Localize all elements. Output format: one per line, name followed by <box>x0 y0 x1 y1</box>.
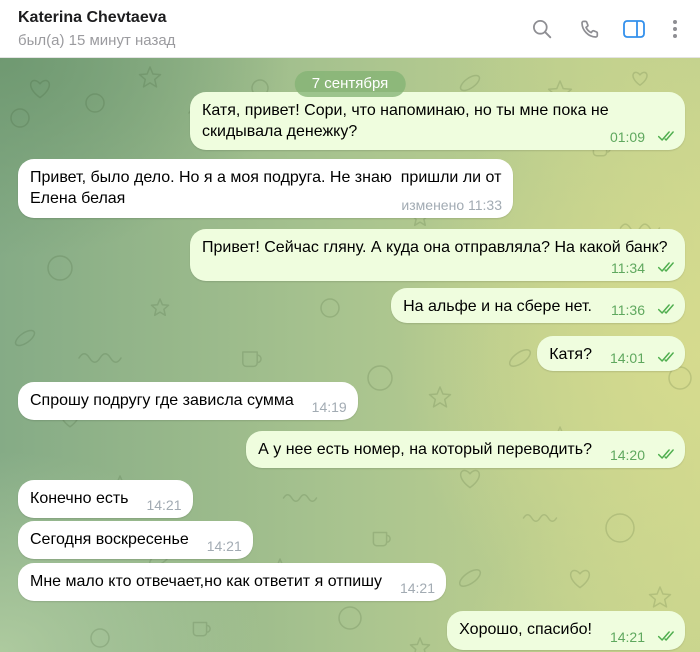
message-text: Хорошо, спасибо! <box>459 621 592 638</box>
doodle-star <box>150 298 170 317</box>
sidebar-toggle-icon <box>623 20 645 38</box>
message-time: 11:33 <box>468 197 502 213</box>
message-text: Сегодня воскресенье <box>30 531 189 548</box>
message-time: 14:20 <box>609 447 645 463</box>
double-check-icon <box>657 631 674 641</box>
date-separator: 7 сентября <box>294 71 406 97</box>
doodle-leaf <box>14 329 36 347</box>
chat-peer-info[interactable]: Katerina Chevtaeva был(а) 15 минут назад <box>18 0 338 57</box>
double-check-icon <box>657 352 674 362</box>
last-seen-status: был(а) 15 минут назад <box>18 32 176 49</box>
message-text: А у нее есть номер, на который переводит… <box>258 441 592 458</box>
message-text: Спрошу подругу где зависла сумма <box>30 392 294 409</box>
telegram-chat-window: Katerina Chevtaeva был(а) 15 минут назад <box>0 0 700 652</box>
message-time: 11:36 <box>611 302 645 318</box>
double-check-icon <box>657 304 674 314</box>
message-time: 11:34 <box>611 260 645 276</box>
double-check-icon <box>657 449 674 459</box>
doodle-heart <box>459 469 481 489</box>
doodle-cup <box>372 531 391 547</box>
message-time: 14:21 <box>146 497 182 513</box>
doodle-leaf <box>459 74 481 92</box>
doodle-wave <box>78 353 122 363</box>
doodle-heart <box>632 71 648 86</box>
chat-history[interactable]: 7 сентября Катя, привет! Сори, что напом… <box>0 58 700 652</box>
doodle-cup <box>192 621 211 637</box>
more-vertical-icon <box>673 20 677 38</box>
double-check-icon <box>657 131 674 141</box>
phone-icon <box>581 20 599 38</box>
message-incoming[interactable]: Мне мало кто отвечает,но как ответит я о… <box>18 563 446 601</box>
message-text: На альфе и на сбере нет. <box>403 298 592 315</box>
doodle-ring <box>90 628 110 648</box>
contact-name: Katerina Chevtaeva <box>18 9 167 26</box>
message-outgoing[interactable]: А у нее есть номер, на который переводит… <box>246 431 685 468</box>
message-outgoing[interactable]: Катя, привет! Сори, что напоминаю, но ты… <box>190 92 685 150</box>
doodle-ring <box>10 108 30 128</box>
doodle-heart <box>29 79 51 99</box>
message-outgoing[interactable]: На альфе и на сбере нет. 11:36 <box>391 288 685 323</box>
double-check-icon <box>657 262 674 272</box>
message-incoming[interactable]: Привет, было дело. Но я а моя подруга. Н… <box>18 159 513 218</box>
search-button[interactable] <box>530 17 554 41</box>
message-time: 14:19 <box>311 399 347 415</box>
doodle-leaf <box>508 349 532 367</box>
doodle-heart <box>569 569 591 589</box>
message-time: 01:09 <box>609 129 645 145</box>
message-outgoing[interactable]: Катя? 14:01 <box>537 336 685 371</box>
message-text: Мне мало кто отвечает,но как ответит я о… <box>30 573 382 590</box>
doodle-leaf <box>458 569 482 587</box>
call-button[interactable] <box>578 17 602 41</box>
doodle-wave <box>522 513 558 523</box>
doodle-ring <box>47 255 73 281</box>
edited-label: изменено <box>401 197 465 213</box>
message-incoming[interactable]: Конечно есть 14:21 <box>18 480 193 518</box>
message-time: 14:21 <box>399 580 435 596</box>
doodle-ring <box>338 606 362 630</box>
doodle-star <box>648 586 672 608</box>
message-meta: изменено 11:33 <box>401 197 502 213</box>
message-text: Конечно есть <box>30 490 129 507</box>
message-outgoing[interactable]: Привет! Сейчас гляну. А куда она отправл… <box>190 229 685 281</box>
doodle-ring <box>367 365 393 391</box>
doodle-wave <box>282 493 318 503</box>
doodle-ring <box>85 93 105 113</box>
message-text: Привет! Сейчас гляну. А куда она отправл… <box>202 239 668 256</box>
message-outgoing[interactable]: Хорошо, спасибо! 14:21 <box>447 611 685 650</box>
doodle-star <box>138 66 162 88</box>
search-icon <box>533 20 552 39</box>
message-incoming[interactable]: Спрошу подругу где зависла сумма 14:19 <box>18 382 358 420</box>
doodle-ring <box>320 298 340 318</box>
message-text: Катя, привет! Сори, что напоминаю, но ты… <box>202 102 614 140</box>
message-time: 14:21 <box>206 538 242 554</box>
doodle-cup <box>242 351 262 368</box>
doodle-star <box>409 637 431 652</box>
message-incoming[interactable]: Сегодня воскресенье 14:21 <box>18 521 253 559</box>
doodle-star <box>428 386 452 408</box>
message-time: 14:01 <box>609 350 645 366</box>
more-options-button[interactable] <box>663 17 687 41</box>
chat-header: Katerina Chevtaeva был(а) 15 минут назад <box>0 0 700 58</box>
toggle-sidebar-button[interactable] <box>622 17 646 41</box>
message-time: 14:21 <box>609 629 645 645</box>
message-text: Катя? <box>549 346 592 363</box>
doodle-ring <box>605 513 635 543</box>
